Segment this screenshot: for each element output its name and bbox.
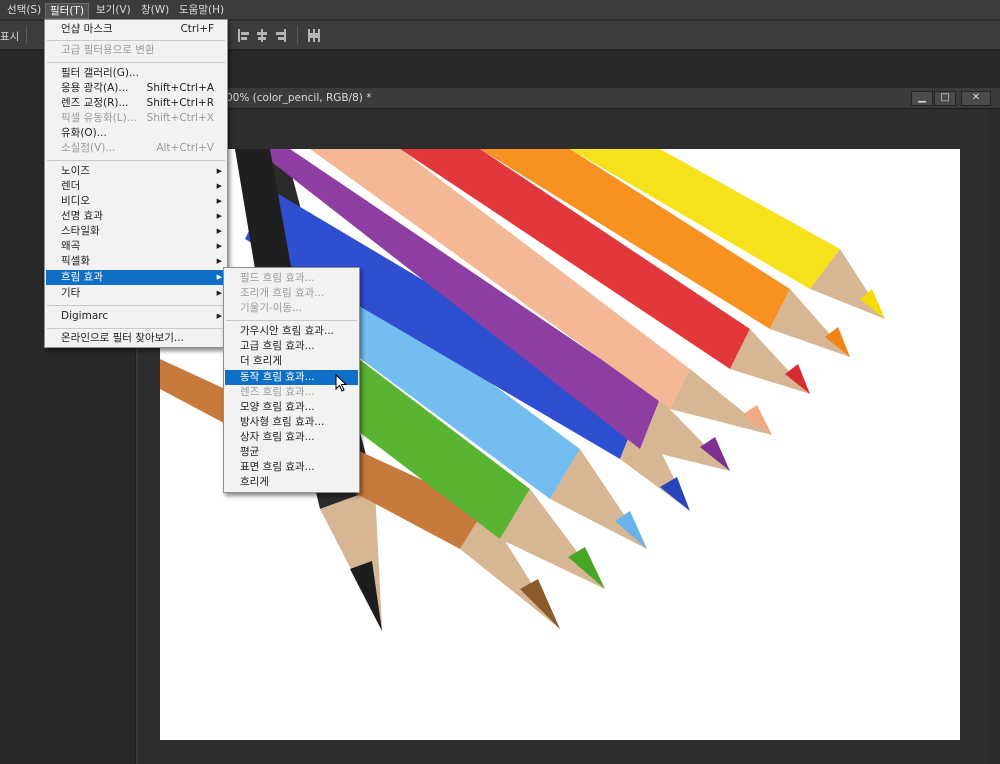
submenu-item-iris-blur: 조리개 흐림 효과... <box>240 287 325 299</box>
menu-item-blur[interactable]: 흐림 효과 ▶ <box>46 270 226 285</box>
distribute-icon[interactable] <box>308 29 320 42</box>
menu-item-filter-gallery[interactable]: 필터 갤러리(G)... <box>46 66 226 81</box>
menu-divider <box>226 320 357 321</box>
submenu-arrow-icon: ▶ <box>216 289 222 297</box>
menu-item-noise[interactable]: 노이즈 ▶ <box>46 164 226 179</box>
align-right-icon[interactable] <box>274 29 286 42</box>
menu-select[interactable]: 선택(S) <box>3 3 45 19</box>
menu-help[interactable]: 도움말(H) <box>175 3 228 19</box>
submenu-item-gaussian-blur[interactable]: 가우시안 흐림 효과... <box>225 324 358 339</box>
menu-item-digimarc[interactable]: Digimarc ▶ <box>46 309 226 324</box>
submenu-arrow-icon: ▶ <box>216 167 222 175</box>
submenu-item-shape-blur[interactable]: 모양 흐림 효과... <box>225 400 358 415</box>
submenu-arrow-icon: ▶ <box>216 242 222 250</box>
menu-item-video[interactable]: 비디오 ▶ <box>46 194 226 209</box>
menu-item-liquify: 픽셀 유동화(L)... Shift+Ctrl+X <box>61 112 214 124</box>
submenu-arrow-icon: ▶ <box>216 273 222 281</box>
close-button[interactable]: ✕ <box>961 91 991 106</box>
submenu-item-surface-blur[interactable]: 표면 흐림 효과... <box>225 460 358 475</box>
menu-item-convert-smart-filters: 고급 필터용으로 변환 <box>61 44 155 56</box>
submenu-item-field-blur: 필드 흐림 효과... <box>240 272 315 284</box>
submenu-arrow-icon: ▶ <box>216 182 222 190</box>
menu-item-stylize[interactable]: 스타일화 ▶ <box>46 224 226 239</box>
show-transform-label[interactable]: 표시 <box>0 29 19 44</box>
menu-item-sharpen[interactable]: 선명 효과 ▶ <box>46 209 226 224</box>
menu-item-pixelate[interactable]: 픽셀화 ▶ <box>46 254 226 269</box>
menu-divider <box>47 328 225 329</box>
maximize-button[interactable]: □ <box>934 91 956 106</box>
menu-item-vanishing-point: 소실점(V)... Alt+Ctrl+V <box>61 142 214 154</box>
submenu-arrow-icon: ▶ <box>216 227 222 235</box>
menu-item-distort[interactable]: 왜곡 ▶ <box>46 239 226 254</box>
submenu-arrow-icon: ▶ <box>216 212 222 220</box>
menu-item-adaptive-wide-angle[interactable]: 응용 광각(A)... Shift+Ctrl+A <box>46 81 226 96</box>
menu-divider <box>47 40 225 41</box>
align-left-icon[interactable] <box>238 29 250 42</box>
submenu-arrow-icon: ▶ <box>216 312 222 320</box>
submenu-item-average[interactable]: 평균 <box>225 445 358 460</box>
menu-item-render[interactable]: 렌더 ▶ <box>46 179 226 194</box>
menu-window[interactable]: 창(W) <box>137 3 173 19</box>
submenu-item-smart-blur[interactable]: 고급 흐림 효과... <box>225 339 358 354</box>
options-divider <box>297 26 298 44</box>
document-title: 00% (color_pencil, RGB/8) * <box>226 92 372 104</box>
menu-item-unsharp-mask[interactable]: 언샵 마스크 Ctrl+F <box>46 22 226 37</box>
menu-item-lens-correction[interactable]: 렌즈 교정(R)... Shift+Ctrl+R <box>46 96 226 111</box>
menu-divider <box>47 160 225 161</box>
menu-view[interactable]: 보기(V) <box>92 3 135 19</box>
filter-menu: 언샵 마스크 Ctrl+F 고급 필터용으로 변환 필터 갤러리(G)... 응용… <box>44 19 228 348</box>
menu-item-oil-paint[interactable]: 유화(O)... <box>46 126 226 141</box>
scrollbar[interactable] <box>988 110 1000 764</box>
options-divider <box>26 26 27 44</box>
menu-item-other[interactable]: 기타 ▶ <box>46 286 226 301</box>
submenu-item-blur-more[interactable]: 더 흐리게 <box>225 354 358 369</box>
submenu-item-box-blur[interactable]: 상자 흐림 효과... <box>225 430 358 445</box>
document-tab[interactable]: 00% (color_pencil, RGB/8) * ▁ □ ✕ <box>138 88 1000 109</box>
mouse-pointer-icon <box>335 374 347 392</box>
menu-filter[interactable]: 필터(T) <box>45 3 89 19</box>
menu-bar: 선택(S) 필터(T) 보기(V) 창(W) 도움말(H) <box>0 0 1000 20</box>
submenu-item-tilt-shift: 기울기-이동... <box>240 302 303 314</box>
submenu-arrow-icon: ▶ <box>216 197 222 205</box>
submenu-item-radial-blur[interactable]: 방사형 흐림 효과... <box>225 415 358 430</box>
menu-divider <box>47 305 225 306</box>
submenu-item-blur[interactable]: 흐리게 <box>225 475 358 490</box>
minimize-button[interactable]: ▁ <box>911 91 933 106</box>
menu-divider <box>47 62 225 63</box>
menu-item-browse-filters-online[interactable]: 온라인으로 필터 찾아보기... <box>46 331 226 346</box>
align-center-icon[interactable] <box>256 29 268 42</box>
submenu-arrow-icon: ▶ <box>216 257 222 265</box>
